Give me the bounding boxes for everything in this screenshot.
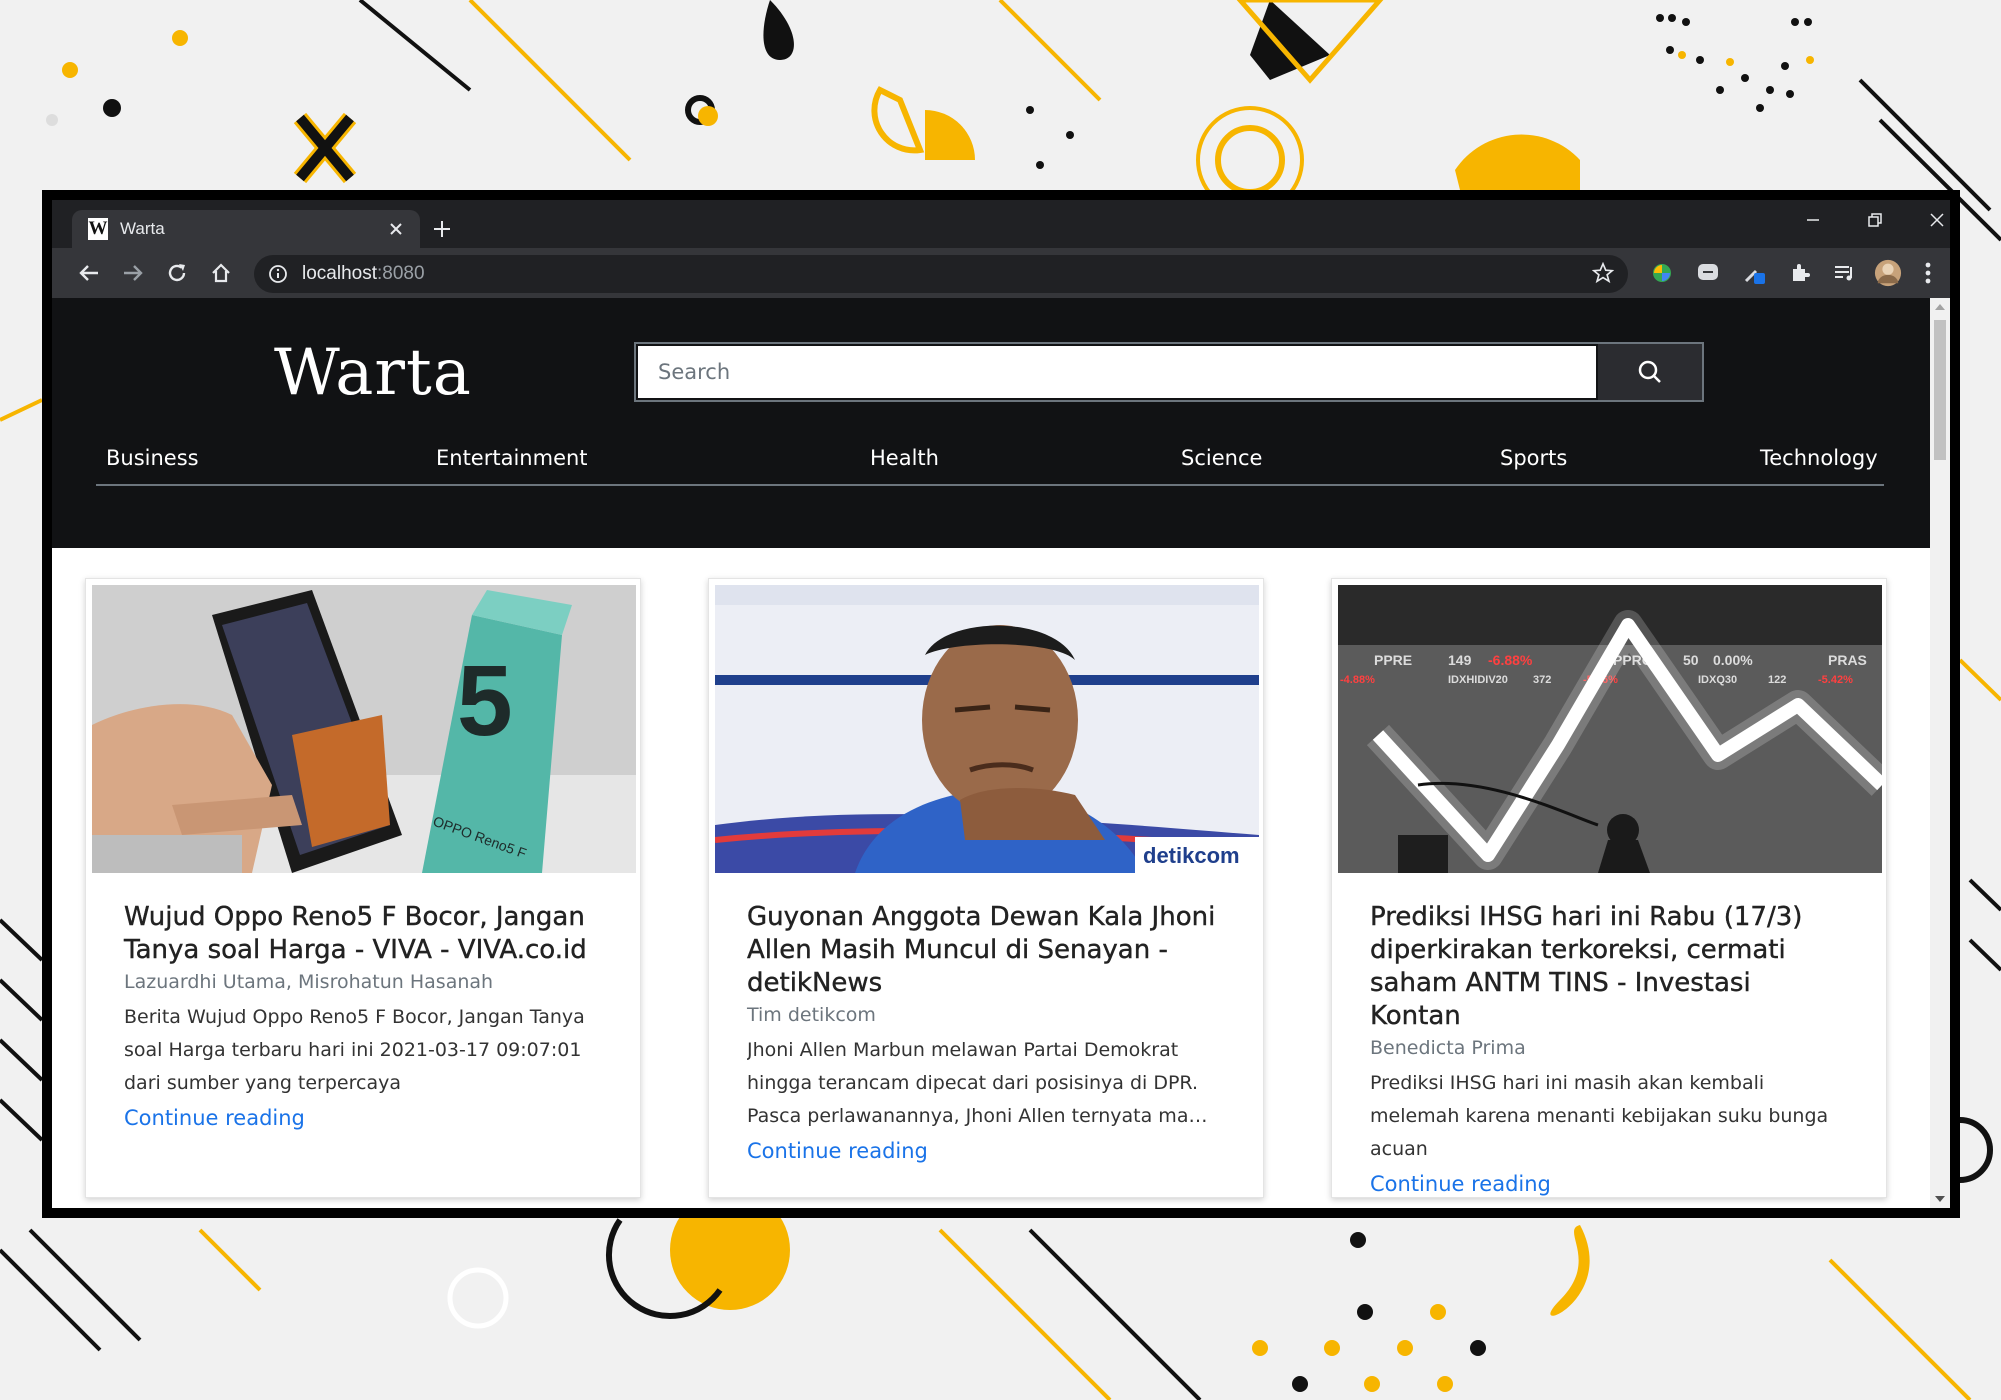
ticker-text: 122 bbox=[1768, 674, 1786, 686]
search-bar bbox=[634, 342, 1704, 402]
reading-list-icon[interactable] bbox=[1830, 259, 1858, 287]
search-input[interactable] bbox=[638, 346, 1596, 398]
address-bar[interactable]: localhost:8080 bbox=[254, 255, 1628, 293]
article-description: Berita Wujud Oppo Reno5 F Bocor, Jangan … bbox=[124, 1006, 585, 1094]
url-host: localhost bbox=[302, 263, 377, 284]
ticker-text: 149 bbox=[1448, 652, 1472, 668]
article-body: Guyonan Anggota Dewan Kala Jhoni Allen M… bbox=[747, 901, 1217, 1163]
window-close-button[interactable] bbox=[1906, 200, 1968, 240]
article-author: Tim detikcom bbox=[747, 1004, 876, 1026]
ticker-text: 0.00% bbox=[1713, 652, 1753, 668]
tab-title: Warta bbox=[120, 219, 165, 238]
ticker-text: -5.42% bbox=[1818, 674, 1853, 686]
ticker-text: PPRE bbox=[1374, 652, 1412, 668]
info-icon[interactable] bbox=[268, 264, 292, 284]
article-card: detikcom Guyonan Anggota Dewan Kala Jhon… bbox=[708, 578, 1264, 1198]
page-scrollbar[interactable] bbox=[1930, 298, 1950, 1208]
site-logo[interactable]: Warta bbox=[274, 336, 472, 410]
browser-toolbar: localhost:8080 bbox=[52, 248, 1950, 298]
article-title[interactable]: Prediksi IHSG hari ini Rabu (17/3) diper… bbox=[1370, 901, 1840, 1033]
minimize-button[interactable] bbox=[1782, 200, 1844, 240]
nav-health[interactable]: Health bbox=[870, 446, 939, 470]
puzzle-icon[interactable] bbox=[1786, 259, 1814, 287]
continue-reading-link[interactable]: Continue reading bbox=[1370, 1172, 1840, 1196]
back-icon[interactable] bbox=[72, 256, 106, 290]
ticker-text: IDXHIDIV20 bbox=[1448, 674, 1508, 686]
ticker-text: 372 bbox=[1533, 674, 1551, 686]
article-card: PPRE 149 -6.88% PPRO 50 0.00% PRAS IDXHI… bbox=[1331, 578, 1887, 1198]
extension-color-picker-icon[interactable] bbox=[1740, 259, 1768, 287]
search-button[interactable] bbox=[1598, 344, 1702, 400]
ticker-text: -6.88% bbox=[1488, 652, 1533, 668]
article-author: Benedicta Prima bbox=[1370, 1037, 1526, 1059]
extension-chat-icon[interactable] bbox=[1694, 259, 1722, 287]
home-icon[interactable] bbox=[204, 256, 238, 290]
site-header: Warta Business Entertainment Health Scie… bbox=[52, 298, 1930, 548]
ticker-text: IDXQ30 bbox=[1698, 674, 1737, 686]
nav-technology[interactable]: Technology bbox=[1760, 446, 1878, 470]
browser-window: W Warta localhost:8080 Warta Search Bus… bbox=[42, 190, 1960, 1218]
forward-icon[interactable] bbox=[116, 256, 150, 290]
article-title[interactable]: Guyonan Anggota Dewan Kala Jhoni Allen M… bbox=[747, 901, 1217, 1000]
scroll-up-icon[interactable] bbox=[1935, 304, 1945, 310]
image-watermark-text: detikcom bbox=[1143, 843, 1240, 868]
new-tab-button[interactable] bbox=[424, 212, 460, 246]
article-card: 5 OPPO Reno5 F Wujud Oppo Reno5 F Bocor,… bbox=[85, 578, 641, 1198]
article-image[interactable]: detikcom bbox=[715, 585, 1259, 873]
menu-dots-icon[interactable] bbox=[1914, 259, 1942, 287]
article-body: Prediksi IHSG hari ini Rabu (17/3) diper… bbox=[1370, 901, 1840, 1196]
tab-bar: W Warta bbox=[52, 200, 1950, 248]
reload-icon[interactable] bbox=[160, 256, 194, 290]
tab-close-icon[interactable] bbox=[382, 215, 410, 243]
ticker-text: PRAS bbox=[1828, 652, 1867, 668]
page-viewport: Warta Business Entertainment Health Scie… bbox=[52, 298, 1950, 1208]
article-author: Lazuardhi Utama, Misrohatun Hasanah bbox=[124, 971, 494, 993]
url-port: :8080 bbox=[377, 263, 425, 284]
article-title[interactable]: Wujud Oppo Reno5 F Bocor, Jangan Tanya s… bbox=[124, 901, 594, 967]
ticker-text: 50 bbox=[1683, 652, 1699, 668]
nav-science[interactable]: Science bbox=[1181, 446, 1262, 470]
nav-sports[interactable]: Sports bbox=[1500, 446, 1567, 470]
article-image[interactable]: 5 OPPO Reno5 F bbox=[92, 585, 636, 873]
search-icon bbox=[1638, 360, 1661, 383]
avatar[interactable] bbox=[1874, 259, 1902, 287]
scroll-down-icon[interactable] bbox=[1935, 1196, 1945, 1202]
category-nav: Business Entertainment Health Science Sp… bbox=[96, 426, 1884, 486]
extension-color-icon[interactable] bbox=[1648, 259, 1676, 287]
restore-button[interactable] bbox=[1844, 200, 1906, 240]
nav-business[interactable]: Business bbox=[106, 446, 199, 470]
box-number-text: 5 bbox=[457, 645, 513, 757]
article-body: Wujud Oppo Reno5 F Bocor, Jangan Tanya s… bbox=[124, 901, 594, 1130]
article-description: Prediksi IHSG hari ini masih akan kembal… bbox=[1370, 1072, 1829, 1160]
article-image[interactable]: PPRE 149 -6.88% PPRO 50 0.00% PRAS IDXHI… bbox=[1338, 585, 1882, 873]
continue-reading-link[interactable]: Continue reading bbox=[124, 1106, 594, 1130]
favicon-icon: W bbox=[88, 218, 108, 240]
continue-reading-link[interactable]: Continue reading bbox=[747, 1139, 1217, 1163]
ticker-text: -4.88% bbox=[1340, 674, 1375, 686]
browser-tab[interactable]: W Warta bbox=[72, 210, 420, 248]
article-grid: 5 OPPO Reno5 F Wujud Oppo Reno5 F Bocor,… bbox=[52, 548, 1930, 1208]
nav-entertainment[interactable]: Entertainment bbox=[436, 446, 588, 470]
star-icon[interactable] bbox=[1591, 261, 1616, 286]
scrollbar-thumb[interactable] bbox=[1934, 320, 1946, 460]
article-description: Jhoni Allen Marbun melawan Partai Demokr… bbox=[747, 1039, 1216, 1127]
